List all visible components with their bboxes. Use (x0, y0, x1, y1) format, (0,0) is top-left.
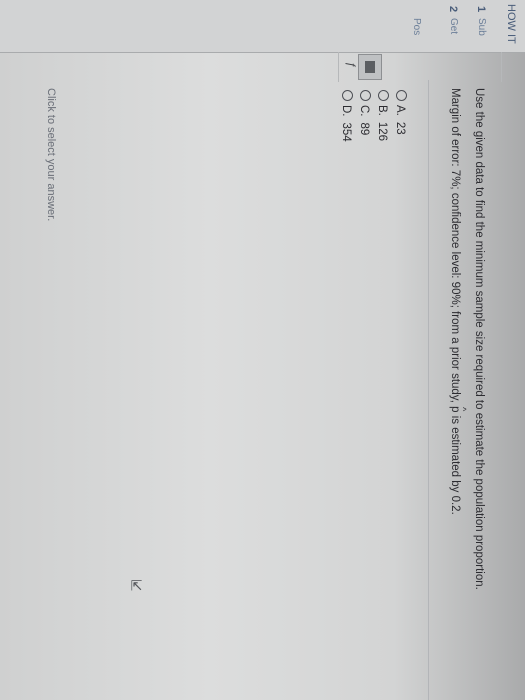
left-panel: HOW IT 1 Sub 2 Get Pos (0, 0, 525, 53)
margin-prefix: Margin of error: 7%; confidence level: 9… (449, 88, 461, 407)
left-panel-header: HOW IT (505, 4, 517, 44)
option-c[interactable]: C. 89 (358, 90, 371, 135)
panel-frame-top (501, 52, 502, 82)
rotated-screen: HOW IT 1 Sub 2 Get Pos ƒ Use the given d… (0, 0, 525, 700)
photo-background: HOW IT 1 Sub 2 Get Pos ƒ Use the given d… (0, 0, 525, 700)
option-d[interactable]: D. 354 (340, 90, 353, 142)
pencil-icon[interactable]: ƒ (345, 62, 357, 68)
option-b[interactable]: B. 126 (376, 90, 389, 141)
question-divider (428, 80, 429, 700)
question-pane: Use the given data to find the minimum s… (0, 80, 525, 700)
radio-circle-icon[interactable] (360, 90, 371, 101)
margin-suffix: is estimated by 0.2. (449, 412, 461, 515)
radio-circle-icon[interactable] (342, 90, 353, 101)
panel-frame-bottom (338, 52, 339, 82)
option-value: 354 (340, 122, 352, 142)
calculator-icon (365, 61, 375, 73)
option-letter: D. (340, 105, 352, 117)
left-item-2[interactable]: Get (448, 18, 459, 34)
option-value: 89 (358, 122, 370, 136)
radio-circle-icon[interactable] (396, 90, 407, 101)
option-a[interactable]: A. 23 (394, 90, 407, 135)
mouse-pointer-icon: ⇱ (130, 577, 143, 594)
hint-text: Click to select your answer. (45, 88, 57, 222)
left-item-3[interactable]: Pos (411, 18, 422, 35)
left-item-number-2: 2 (447, 6, 459, 13)
option-letter: B. (376, 105, 388, 116)
left-item-number-1: 1 (475, 6, 487, 13)
radio-circle-icon[interactable] (378, 90, 389, 101)
question-text: Use the given data to find the minimum s… (473, 88, 485, 590)
option-letter: A. (394, 105, 406, 116)
option-value: 23 (394, 121, 406, 135)
p-hat-symbol: p (449, 406, 461, 412)
left-item-1[interactable]: Sub (476, 18, 487, 36)
question-margin-line: Margin of error: 7%; confidence level: 9… (449, 88, 461, 515)
option-letter: C. (358, 105, 370, 117)
option-value: 126 (376, 121, 388, 142)
